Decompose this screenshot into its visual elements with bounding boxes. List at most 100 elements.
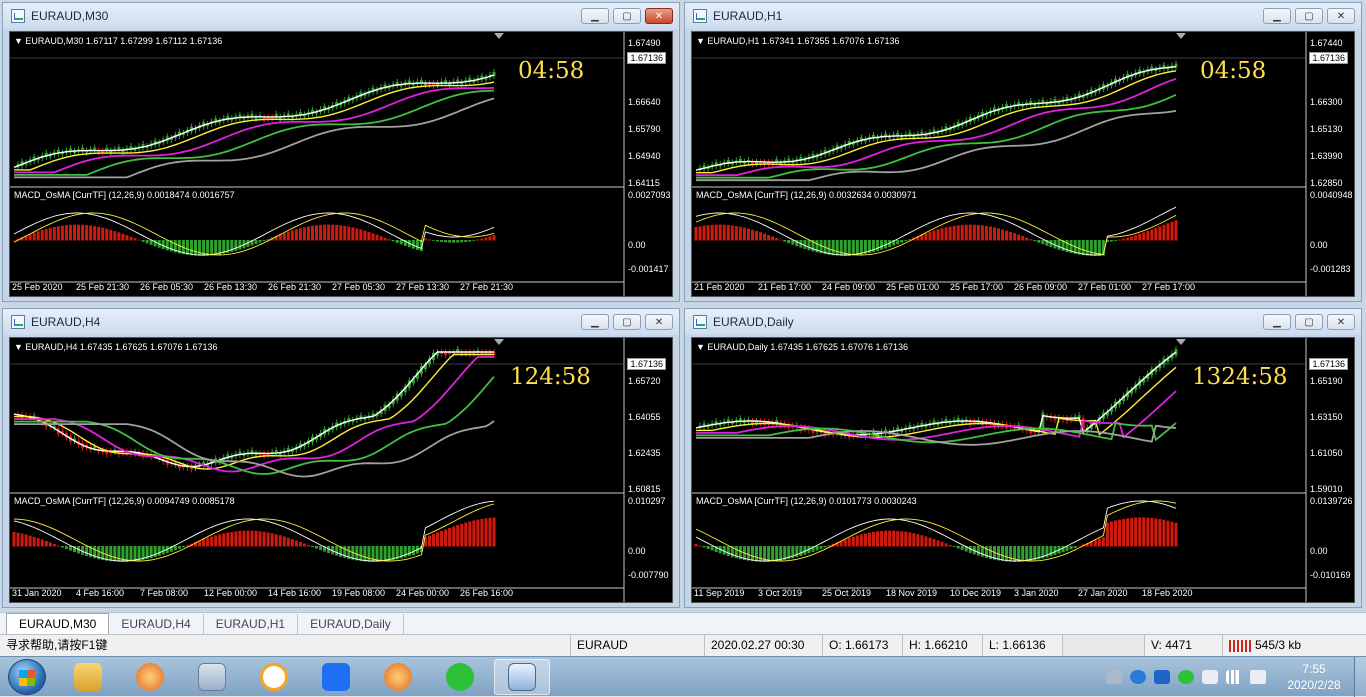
start-button[interactable] (8, 659, 46, 695)
folder-icon (74, 663, 102, 691)
price-chart[interactable]: ▼ EURAUD,H1 1.67341 1.67355 1.67076 1.67… (691, 31, 1355, 297)
price-axis-label: 1.67490 (628, 38, 661, 48)
macd-bar (214, 535, 218, 547)
macd-bar (1085, 240, 1089, 256)
time-axis-label: 27 Feb 01:00 (1078, 282, 1132, 292)
tab-euraud-m30[interactable]: EURAUD,M30 (6, 613, 110, 634)
macd-bar (1061, 546, 1065, 553)
macd-bar (807, 240, 811, 251)
taskbar-notes[interactable] (308, 659, 364, 695)
chart-window-h1[interactable]: EURAUD,H1 ▁ ▢ ✕ ▼ EURAUD,H1 1.67341 1.67… (684, 2, 1362, 302)
taskbar-wechat[interactable] (432, 659, 488, 695)
status-open: O: 1.66173 (822, 635, 902, 657)
price-axis-label: 1.65790 (628, 124, 661, 134)
price-chart[interactable]: ▼ EURAUD,M30 1.67117 1.67299 1.67112 1.6… (9, 31, 673, 297)
restore-button[interactable]: ▢ (1295, 314, 1323, 330)
usb-icon[interactable] (1202, 670, 1218, 684)
macd-bar (68, 224, 72, 241)
price-chart[interactable]: ▼ EURAUD,Daily 1.67435 1.67625 1.67076 1… (691, 337, 1355, 603)
pen-tray-icon[interactable] (1130, 670, 1146, 684)
macd-bar (847, 240, 851, 256)
taskbar-calculator[interactable] (184, 659, 240, 695)
taskbar-explorer[interactable] (60, 659, 116, 695)
close-button[interactable]: ✕ (1327, 314, 1355, 330)
macd-bar (226, 532, 230, 547)
macd-bar (831, 240, 835, 256)
macd-bar (206, 240, 210, 256)
minimize-button[interactable]: ▁ (581, 8, 609, 24)
price-axis-label: 1.64115 (628, 178, 660, 188)
macd-bar (1166, 520, 1170, 547)
restore-button[interactable]: ▢ (1295, 8, 1323, 24)
window-titlebar[interactable]: EURAUD,Daily (685, 309, 1361, 335)
macd-bar (185, 240, 189, 255)
macd-bar (137, 546, 141, 561)
macd-bar (1126, 518, 1130, 547)
network-signal-icon[interactable] (1226, 670, 1242, 684)
minimize-button[interactable]: ▁ (581, 314, 609, 330)
restore-button[interactable]: ▢ (613, 8, 641, 24)
macd-bar (843, 539, 847, 547)
chart-window-icon (11, 315, 25, 329)
window-title: EURAUD,H4 (31, 315, 101, 329)
keyboard-icon[interactable] (1106, 670, 1122, 684)
chart-window-daily[interactable]: EURAUD,Daily ▁ ▢ ✕ ▼ EURAUD,Daily 1.6743… (684, 308, 1362, 608)
minimize-button[interactable]: ▁ (1263, 8, 1291, 24)
macd-bar (125, 546, 129, 562)
macd-bar (40, 230, 44, 241)
macd-bar (306, 226, 310, 241)
macd-bar (1109, 521, 1113, 547)
system-clock[interactable]: 7:55 2020/2/28 (1274, 661, 1354, 693)
window-titlebar[interactable]: EURAUD,M30 (3, 3, 679, 29)
taskbar-mt4-a[interactable] (122, 659, 178, 695)
macd-bar (28, 535, 32, 547)
macd-bar (335, 224, 339, 241)
price-chart[interactable]: ▼ EURAUD,H4 1.67435 1.67625 1.67076 1.67… (9, 337, 673, 603)
window-controls: ▁ ▢ ✕ (1263, 314, 1355, 330)
macd-bar (460, 523, 464, 547)
tab-euraud-h1[interactable]: EURAUD,H1 (204, 614, 299, 634)
taskbar-mt4-active[interactable] (494, 659, 550, 695)
tab-euraud-daily[interactable]: EURAUD,Daily (298, 614, 404, 634)
wechat-tray-icon[interactable] (1178, 670, 1194, 684)
macd-bar (734, 226, 738, 241)
macd-bar (85, 546, 89, 557)
window-titlebar[interactable]: EURAUD,H4 (3, 309, 679, 335)
macd-bar (12, 531, 16, 547)
macd-bar (327, 224, 331, 241)
macd-bar (1053, 546, 1057, 556)
macd-bar (452, 240, 456, 243)
macd-bar (44, 228, 48, 241)
time-axis-label: 3 Jan 2020 (1014, 588, 1059, 598)
minimize-button[interactable]: ▁ (1263, 314, 1291, 330)
close-button[interactable]: ✕ (645, 8, 673, 24)
macd-bar (880, 530, 884, 547)
macd-axis-label: 0.0027093 (628, 190, 671, 200)
taskbar-mt4-b[interactable] (370, 659, 426, 695)
chart-window-h4[interactable]: EURAUD,H4 ▁ ▢ ✕ ▼ EURAUD,H4 1.67435 1.67… (2, 308, 680, 608)
macd-bar (32, 536, 36, 547)
restore-button[interactable]: ▢ (613, 314, 641, 330)
moving-average-line (14, 89, 495, 176)
window-titlebar[interactable]: EURAUD,H1 (685, 3, 1361, 29)
macd-bar (730, 225, 734, 241)
time-axis-label: 11 Sep 2019 (694, 588, 745, 598)
macd-bar (1097, 538, 1101, 547)
show-desktop-button[interactable] (1354, 657, 1366, 697)
taskbar-app-m[interactable] (246, 659, 302, 695)
volume-icon[interactable] (1250, 670, 1266, 684)
macd-bar (936, 540, 940, 547)
close-button[interactable]: ✕ (645, 314, 673, 330)
macd-bar (113, 231, 117, 241)
shield-icon[interactable] (1154, 670, 1170, 684)
metatrader-icon (136, 663, 164, 691)
chart-window-m30[interactable]: EURAUD,M30 ▁ ▢ ✕ ▼ EURAUD,M30 1.67117 1.… (2, 2, 680, 302)
macd-bar (472, 520, 476, 547)
macd-bar (920, 535, 924, 547)
close-button[interactable]: ✕ (1327, 8, 1355, 24)
macd-bar (1130, 236, 1134, 241)
macd-bar (423, 238, 427, 241)
macd-bar (1122, 518, 1126, 547)
macd-bar (1021, 236, 1025, 241)
tab-euraud-h4[interactable]: EURAUD,H4 (109, 614, 204, 634)
